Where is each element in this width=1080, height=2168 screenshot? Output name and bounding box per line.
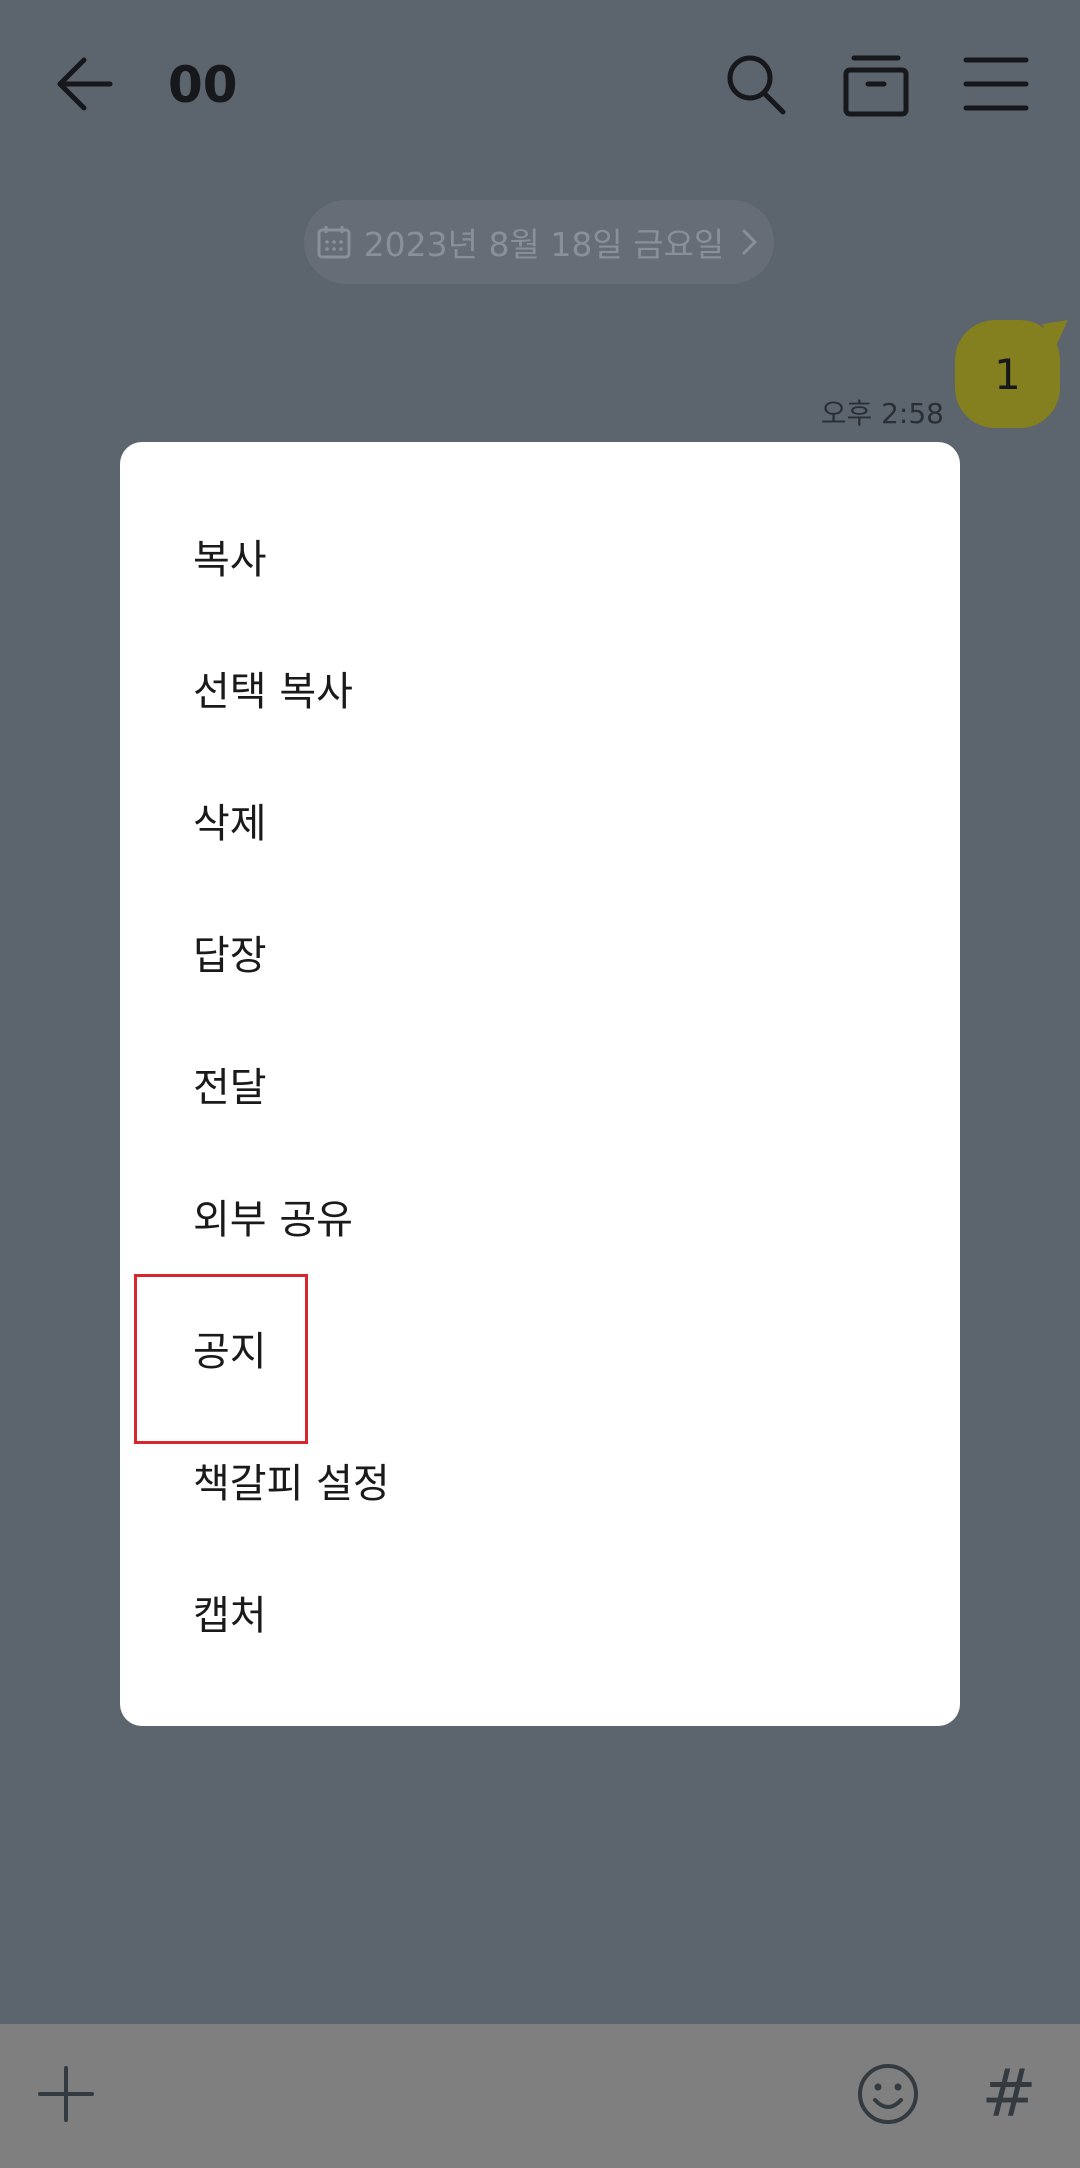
hamburger-menu-icon <box>963 57 1029 111</box>
menu-item-copy[interactable]: 복사 <box>120 490 960 622</box>
chat-header: 00 <box>0 0 1080 170</box>
drawer-icon <box>843 55 909 117</box>
hashtag-button[interactable]: # <box>980 2054 1038 2134</box>
date-divider[interactable]: 2023년 8월 18일 금요일 <box>304 200 774 284</box>
message-time: 오후 2:58 <box>820 397 944 430</box>
plus-button[interactable] <box>36 2064 96 2124</box>
emoji-button[interactable] <box>856 2062 920 2126</box>
chevron-right-icon <box>742 229 757 255</box>
arrow-left-icon <box>57 57 113 111</box>
menu-item-reply[interactable]: 답장 <box>120 886 960 1018</box>
plus-icon <box>38 2066 94 2122</box>
menu-item-capture[interactable]: 캡처 <box>120 1546 960 1678</box>
calendar-icon <box>317 226 351 259</box>
menu-item-forward[interactable]: 전달 <box>120 1018 960 1150</box>
search-button[interactable] <box>722 50 792 120</box>
menu-item-select-copy[interactable]: 선택 복사 <box>120 622 960 754</box>
drawer-button[interactable] <box>840 50 912 120</box>
search-icon <box>727 55 786 115</box>
emoji-icon <box>858 2064 918 2124</box>
menu-item-bookmark[interactable]: 책갈피 설정 <box>120 1414 960 1546</box>
menu-item-delete[interactable]: 삭제 <box>120 754 960 886</box>
hamburger-menu-button[interactable] <box>962 52 1030 116</box>
back-button[interactable] <box>50 50 120 120</box>
menu-item-external-share[interactable]: 외부 공유 <box>120 1150 960 1282</box>
message-bubble-tail <box>1042 320 1068 346</box>
message-input-bar: # <box>0 2024 1080 2168</box>
date-label: 2023년 8월 18일 금요일 <box>363 225 725 264</box>
message-context-menu: 복사 선택 복사 삭제 답장 전달 외부 공유 공지 책갈피 설정 캡처 <box>120 442 960 1726</box>
menu-item-notice[interactable]: 공지 <box>120 1282 960 1414</box>
chat-title: 00 <box>168 56 238 114</box>
